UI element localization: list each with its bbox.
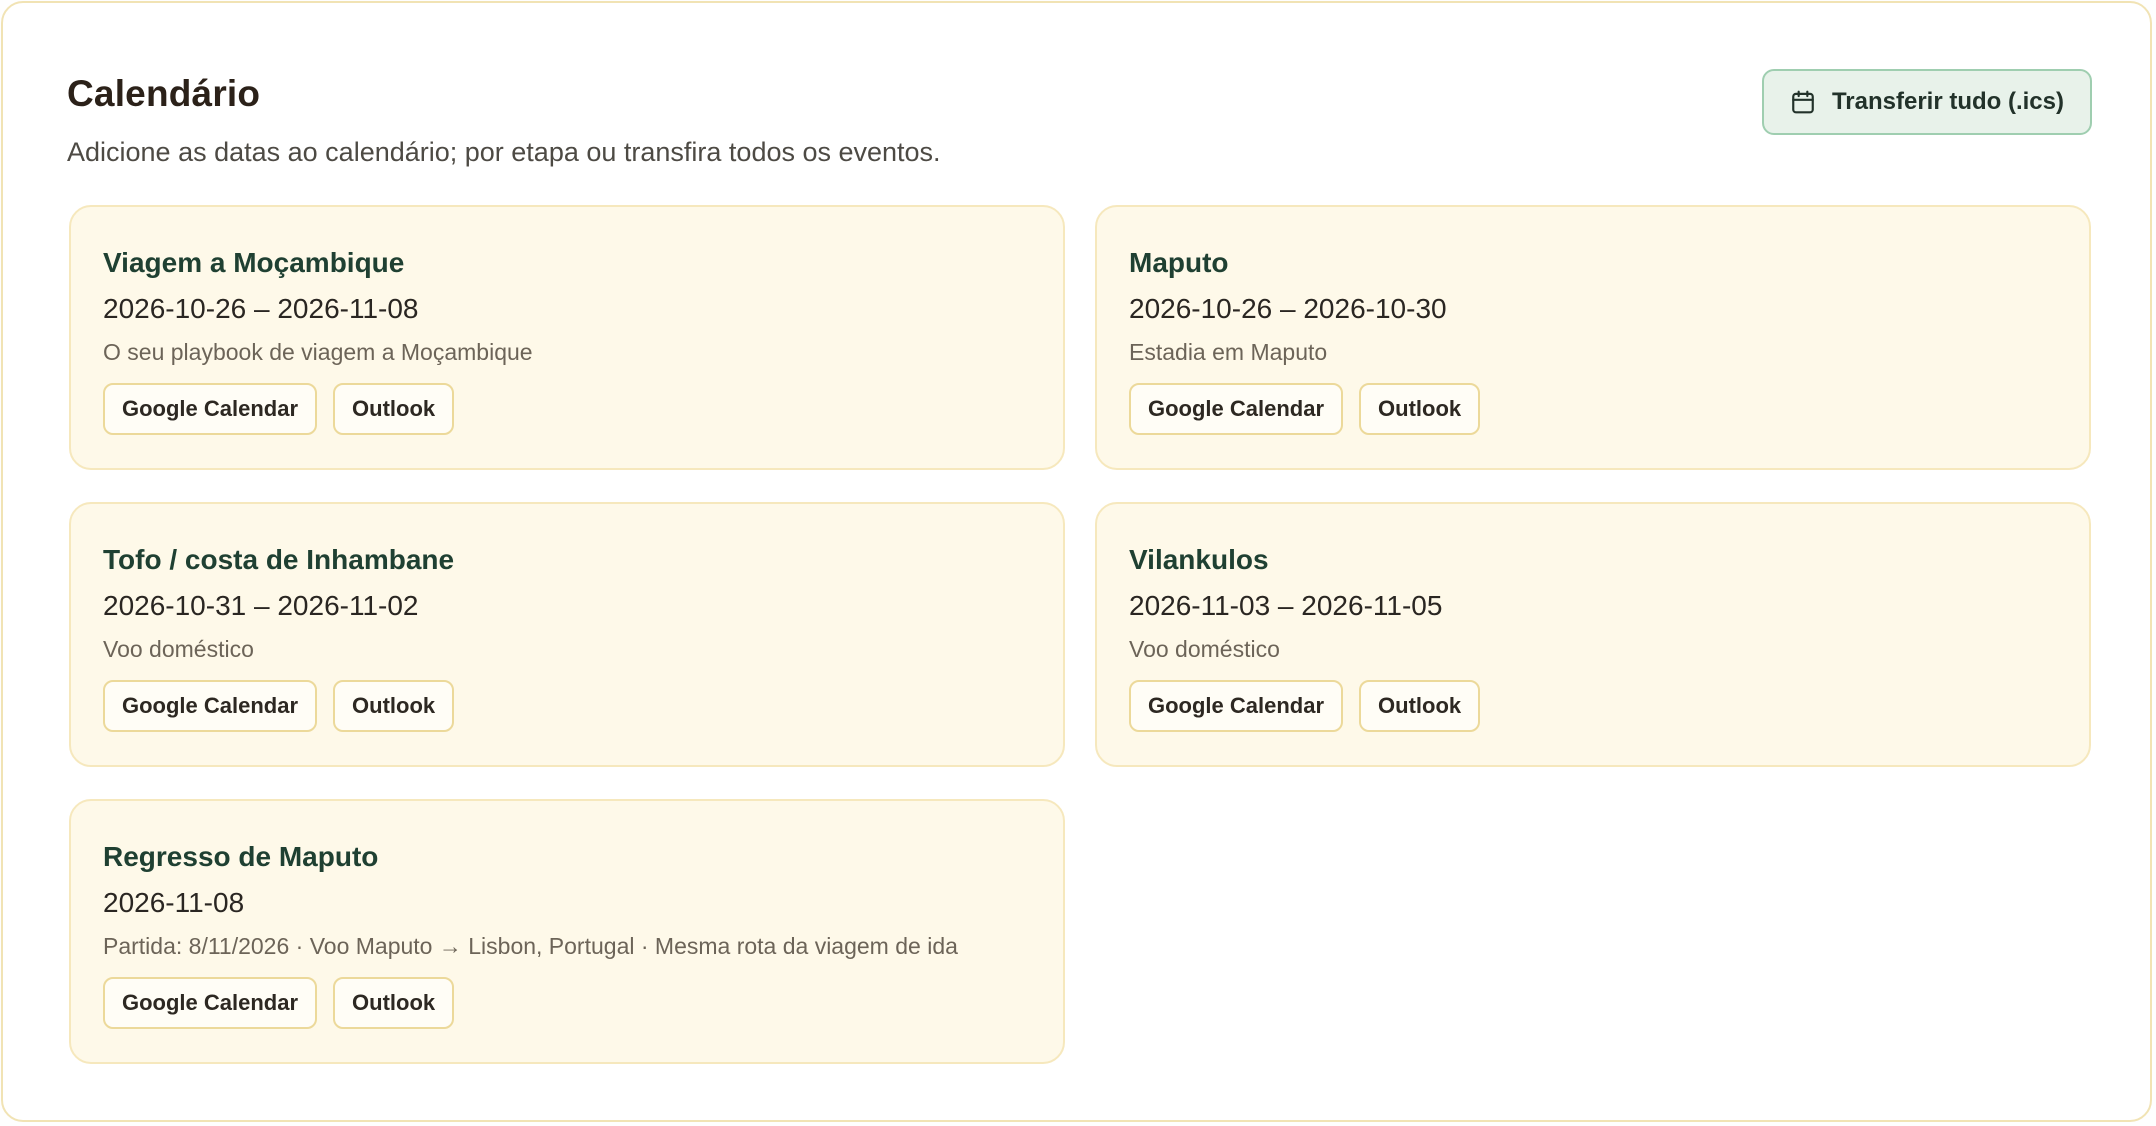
outlook-button[interactable]: Outlook xyxy=(1359,383,1481,435)
event-card: Vilankulos 2026-11-03 – 2026-11-05 Voo d… xyxy=(1095,502,2091,767)
outlook-button[interactable]: Outlook xyxy=(333,680,455,732)
calendar-icon xyxy=(1790,89,1816,115)
event-card: Tofo / costa de Inhambane 2026-10-31 – 2… xyxy=(69,502,1065,767)
google-calendar-button[interactable]: Google Calendar xyxy=(1129,680,1344,732)
event-title: Maputo xyxy=(1129,247,1229,278)
event-title: Regresso de Maputo xyxy=(103,841,379,872)
event-card: Maputo 2026-10-26 – 2026-10-30 Estadia e… xyxy=(1095,205,2091,470)
event-dates: 2026-11-03 – 2026-11-05 xyxy=(1129,590,1443,621)
download-all-ics-button[interactable]: Transferir tudo (.ics) xyxy=(1761,69,2092,135)
event-actions: Google Calendar Outlook xyxy=(103,383,1031,435)
event-description: Partida: 8/11/2026 · Voo Maputo → Lisbon… xyxy=(103,933,958,959)
google-calendar-button[interactable]: Google Calendar xyxy=(1129,383,1344,435)
event-dates: 2026-10-26 – 2026-10-30 xyxy=(1129,293,1447,324)
event-title: Viagem a Moçambique xyxy=(103,247,405,278)
outlook-button[interactable]: Outlook xyxy=(333,977,455,1029)
event-card-grid: Viagem a Moçambique 2026-10-26 – 2026-11… xyxy=(69,205,2091,1064)
event-dates: 2026-11-08 xyxy=(103,887,245,918)
event-actions: Google Calendar Outlook xyxy=(103,680,1031,732)
event-description: Voo doméstico xyxy=(103,636,254,662)
event-actions: Google Calendar Outlook xyxy=(1129,680,2057,732)
google-calendar-button[interactable]: Google Calendar xyxy=(103,977,318,1029)
event-dates: 2026-10-31 – 2026-11-02 xyxy=(103,590,419,621)
calendar-header: Calendário Adicione as datas ao calendár… xyxy=(67,69,2092,183)
event-dates: 2026-10-26 – 2026-11-08 xyxy=(103,293,419,324)
event-title: Vilankulos xyxy=(1129,544,1269,575)
google-calendar-button[interactable]: Google Calendar xyxy=(103,680,318,732)
event-actions: Google Calendar Outlook xyxy=(103,977,1031,1029)
outlook-button[interactable]: Outlook xyxy=(333,383,455,435)
event-description: Estadia em Maputo xyxy=(1129,339,1328,365)
google-calendar-button[interactable]: Google Calendar xyxy=(103,383,318,435)
event-title: Tofo / costa de Inhambane xyxy=(103,544,455,575)
event-description: O seu playbook de viagem a Moçambique xyxy=(103,339,533,365)
event-actions: Google Calendar Outlook xyxy=(1129,383,2057,435)
download-all-label: Transferir tudo (.ics) xyxy=(1831,88,2064,115)
event-card: Regresso de Maputo 2026-11-08 Partida: 8… xyxy=(69,799,1065,1064)
event-description: Voo doméstico xyxy=(1129,636,1280,662)
outlook-button[interactable]: Outlook xyxy=(1359,680,1481,732)
event-card: Viagem a Moçambique 2026-10-26 – 2026-11… xyxy=(69,205,1065,470)
calendar-panel: Calendário Adicione as datas ao calendár… xyxy=(1,1,2152,1122)
page-title: Calendário xyxy=(67,73,261,114)
page-subtitle: Adicione as datas ao calendário; por eta… xyxy=(67,137,941,167)
